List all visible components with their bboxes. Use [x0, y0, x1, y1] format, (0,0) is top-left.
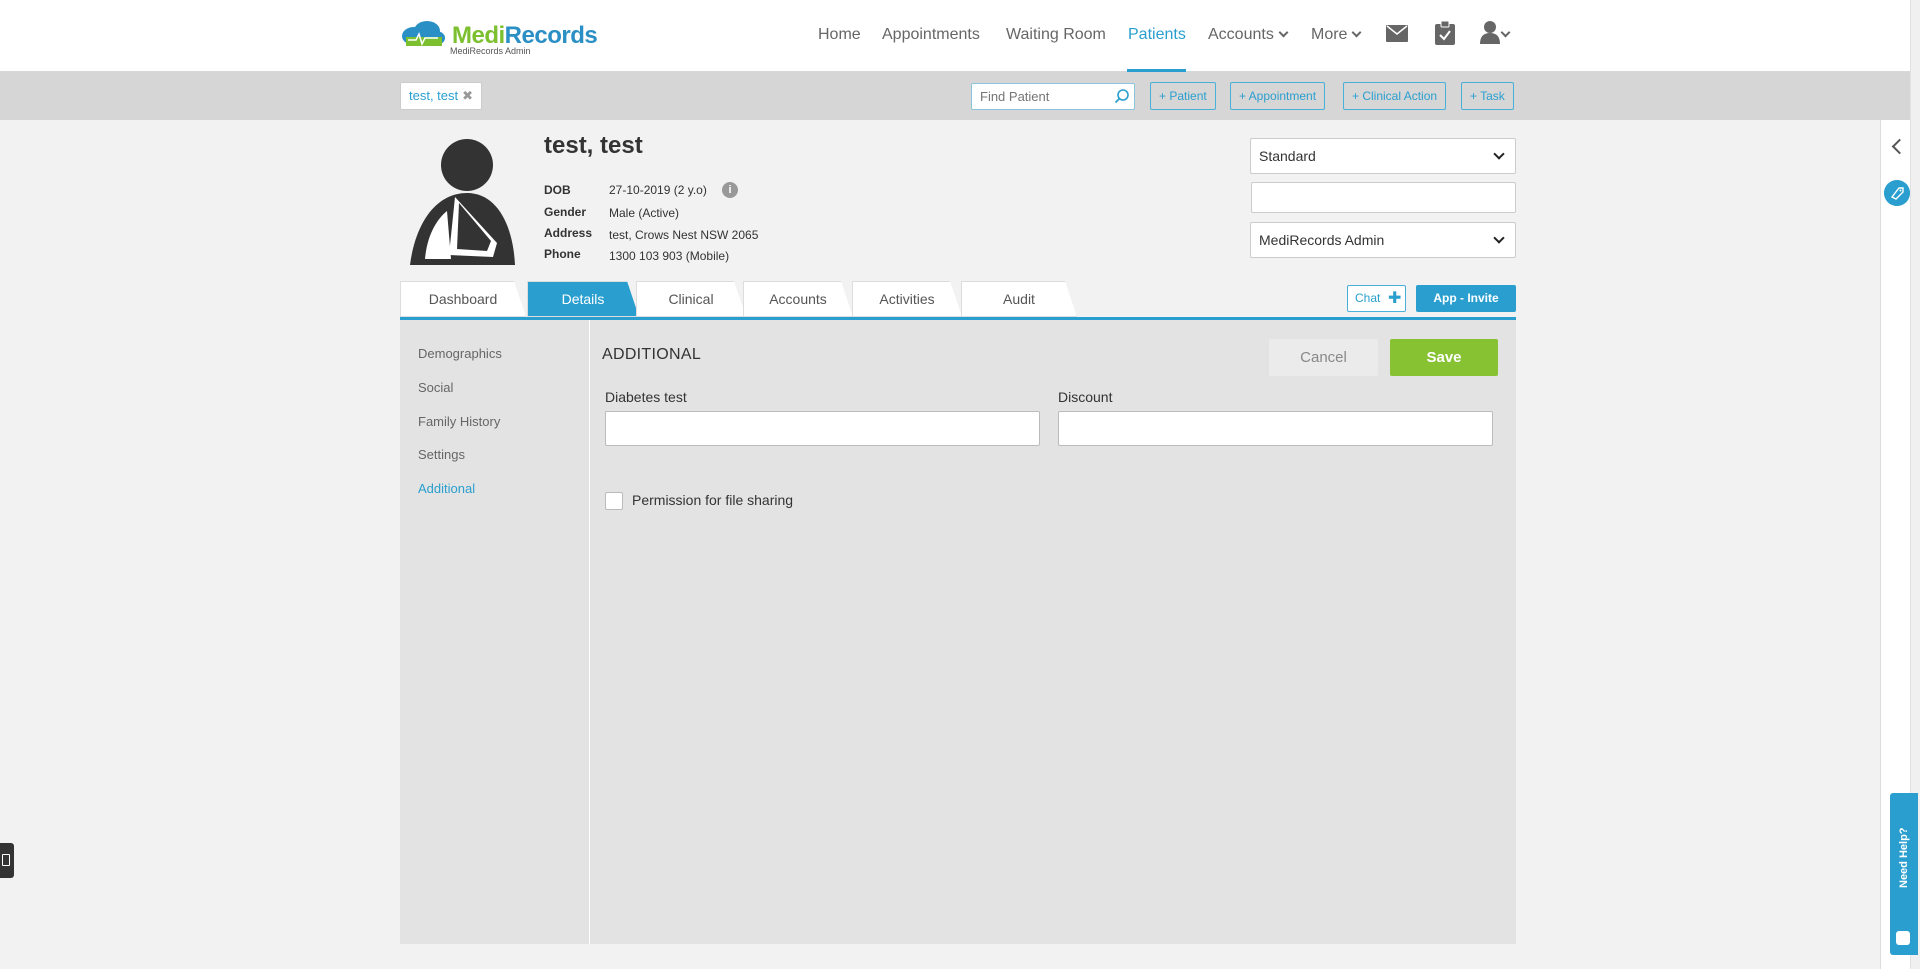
- dob-value: 27-10-2019 (2 y.o): [609, 183, 707, 197]
- nav-patients[interactable]: Patients: [1128, 26, 1186, 44]
- open-patient-tab-label: test, test: [409, 88, 459, 103]
- add-patient-button[interactable]: + Patient: [1150, 82, 1216, 110]
- section-title: ADDITIONAL: [602, 346, 702, 363]
- find-patient-input[interactable]: [971, 83, 1135, 110]
- diabetes-test-input[interactable]: [605, 411, 1040, 446]
- medirecords-logo[interactable]: MediRecords MediRecords Admin: [400, 20, 598, 56]
- info-icon[interactable]: i: [722, 182, 738, 198]
- patient-extra-input[interactable]: [1251, 182, 1516, 213]
- sidebar-item-demographics[interactable]: Demographics: [418, 346, 502, 361]
- search-icon[interactable]: [1114, 88, 1130, 104]
- plus-icon: ✚: [1388, 290, 1402, 307]
- chat-button[interactable]: Chat ✚: [1347, 285, 1406, 312]
- nav-waiting-room[interactable]: Waiting Room: [1006, 26, 1106, 44]
- dob-label: DOB: [544, 183, 571, 197]
- chevron-down-icon: [1278, 27, 1289, 38]
- add-appointment-button[interactable]: + Appointment: [1230, 82, 1326, 110]
- file-sharing-label: Permission for file sharing: [632, 492, 794, 508]
- tab-activities[interactable]: Activities: [852, 281, 962, 317]
- clipboard-icon: [2, 854, 10, 866]
- add-clinical-action-button[interactable]: + Clinical Action: [1343, 82, 1447, 110]
- tab-dashboard[interactable]: Dashboard: [400, 281, 526, 317]
- file-sharing-checkbox[interactable]: [605, 492, 623, 510]
- nav-more-label: More: [1311, 26, 1348, 43]
- logo-subtitle: MediRecords Admin: [450, 46, 531, 56]
- patient-avatar: [410, 139, 515, 265]
- patient-name: test, test: [544, 132, 643, 159]
- nav-accounts-label: Accounts: [1208, 26, 1274, 43]
- nav-more[interactable]: More: [1311, 26, 1362, 44]
- practice-select[interactable]: MediRecords Admin: [1250, 222, 1516, 258]
- close-icon[interactable]: ✖: [462, 88, 473, 103]
- save-button[interactable]: Save: [1390, 339, 1498, 376]
- cloud-logo-icon: [402, 21, 445, 47]
- tab-accounts[interactable]: Accounts: [743, 281, 853, 317]
- phone-value: 1300 103 903 (Mobile): [609, 249, 730, 263]
- address-label: Address: [544, 226, 593, 240]
- sidebar-item-social[interactable]: Social: [418, 380, 453, 395]
- tag-icon[interactable]: [1884, 180, 1910, 206]
- diabetes-test-label: Diabetes test: [605, 389, 687, 405]
- chevron-down-icon: [1493, 148, 1505, 160]
- address-value: test, Crows Nest NSW 2065: [609, 228, 759, 242]
- chevron-down-icon: [1493, 232, 1505, 244]
- patient-action-bar: [0, 72, 1920, 120]
- chat-bubble-icon: [1896, 931, 1910, 945]
- nav-home[interactable]: Home: [818, 26, 861, 44]
- chevron-down-icon: [1500, 27, 1511, 38]
- nav-accounts[interactable]: Accounts: [1208, 26, 1289, 44]
- discount-label: Discount: [1058, 389, 1113, 405]
- chat-button-label: Chat: [1355, 291, 1381, 305]
- phone-label: Phone: [544, 247, 581, 261]
- patient-type-select[interactable]: Standard: [1250, 138, 1516, 174]
- add-task-button[interactable]: + Task: [1461, 82, 1514, 110]
- cancel-button[interactable]: Cancel: [1269, 339, 1378, 376]
- discount-input[interactable]: [1058, 411, 1493, 446]
- patient-type-value: Standard: [1259, 148, 1316, 164]
- open-patient-tab[interactable]: test, test ✖: [400, 82, 483, 110]
- clipboard-check-icon[interactable]: [1435, 21, 1455, 45]
- mail-icon[interactable]: [1386, 25, 1408, 42]
- user-icon: [1480, 21, 1500, 44]
- tab-clinical[interactable]: Clinical: [636, 281, 746, 317]
- sidebar-item-family-history[interactable]: Family History: [418, 414, 500, 429]
- sidebar-item-settings[interactable]: Settings: [418, 447, 465, 462]
- app-invite-button[interactable]: App - Invite: [1416, 285, 1516, 312]
- need-help-label: Need Help?: [1898, 827, 1910, 889]
- tab-details[interactable]: Details: [527, 281, 639, 317]
- sidebar-item-additional[interactable]: Additional: [418, 481, 475, 496]
- user-menu[interactable]: [1480, 20, 1518, 46]
- gender-value: Male (Active): [609, 206, 680, 220]
- tab-audit[interactable]: Audit: [961, 281, 1077, 317]
- nav-appointments[interactable]: Appointments: [882, 26, 980, 44]
- chevron-down-icon: [1352, 27, 1362, 38]
- gender-label: Gender: [544, 205, 587, 219]
- sidebar-divider: [589, 320, 590, 944]
- practice-value: MediRecords Admin: [1259, 232, 1385, 248]
